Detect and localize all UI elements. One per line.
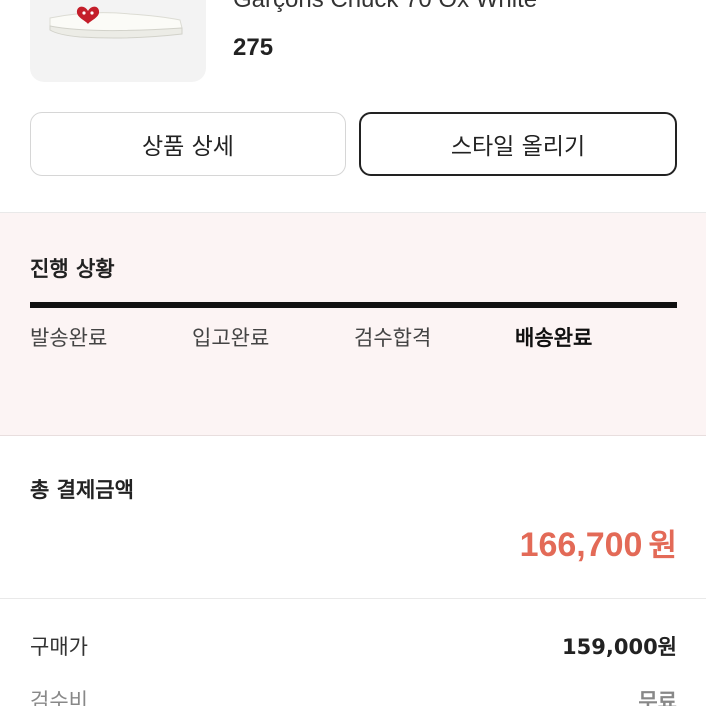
step-delivered: 배송완료 <box>515 326 593 350</box>
total-amount-value: 166,700 <box>519 526 643 564</box>
product-detail-button[interactable]: 상품 상세 <box>30 112 346 176</box>
progress-title: 진행 상황 <box>30 257 115 281</box>
total-amount-unit: 원 <box>648 528 677 564</box>
step-inspection-passed: 검수합격 <box>354 326 432 350</box>
divider <box>0 598 706 599</box>
sneaker-image <box>49 6 183 39</box>
product-name: Garçons Chuck 70 Ox White <box>233 0 537 14</box>
progress-bar <box>30 302 677 308</box>
total-payment-amount: 166,700 원 <box>520 520 677 565</box>
line-item-label: 구매가 <box>30 635 88 659</box>
line-item-inspection-fee: 검수비 무료 <box>30 685 677 706</box>
step-received: 입고완료 <box>192 326 270 350</box>
line-item-value: 159,000원 <box>562 635 677 659</box>
divider <box>0 435 706 436</box>
product-size: 275 <box>233 34 274 61</box>
post-style-button[interactable]: 스타일 올리기 <box>359 112 677 176</box>
line-item-label: 검수비 <box>30 689 88 706</box>
step-shipped: 발송완료 <box>30 326 108 350</box>
line-item-value: 무료 <box>638 689 677 706</box>
total-payment-label: 총 결제금액 <box>30 478 134 502</box>
line-item-purchase-price: 구매가 159,000원 <box>30 631 677 661</box>
progress-section: 진행 상황 발송완료 입고완료 검수합격 배송완료 <box>0 213 706 435</box>
product-summary: Garçons Chuck 70 Ox White 275 <box>0 0 706 112</box>
product-thumbnail[interactable] <box>30 0 206 82</box>
